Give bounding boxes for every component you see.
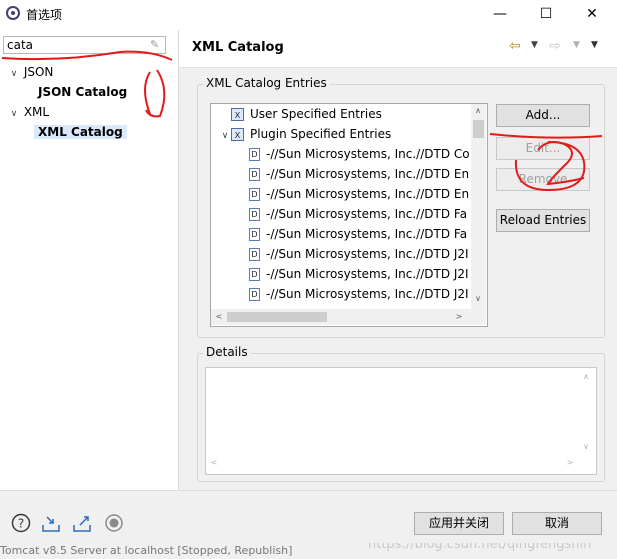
annotation-underline-1 (1, 50, 173, 118)
list-item[interactable]: D -//Sun Microsystems, Inc.//DTD Co (219, 144, 471, 164)
list-item[interactable]: D -//Sun Microsystems, Inc.//DTD J2I (219, 244, 471, 264)
horizontal-scrollbar[interactable]: < > (211, 309, 486, 325)
dtd-icon: D (249, 148, 260, 161)
list-item[interactable]: ∨ X Plugin Specified Entries (219, 124, 471, 144)
close-button[interactable]: ✕ (569, 0, 615, 28)
back-arrow-icon[interactable]: ⇦ (509, 38, 521, 54)
title-bar: 首选项 — ☐ ✕ (0, 0, 617, 28)
scroll-up-icon[interactable]: ∧ (472, 106, 484, 115)
scroll-right-icon[interactable]: > (564, 458, 576, 467)
details-legend: Details (203, 345, 251, 359)
list-item-label: -//Sun Microsystems, Inc.//DTD En (266, 187, 470, 201)
back-dropdown-icon[interactable]: ▼ (531, 40, 538, 50)
page-header: XML Catalog ⇦ ▼ ⇨ ▼ ▼ (179, 30, 617, 68)
list-item[interactable]: D -//Sun Microsystems, Inc.//DTD Fa (219, 224, 471, 244)
list-item-label: -//Sun Microsystems, Inc.//DTD J2I (266, 247, 469, 261)
list-item[interactable]: D -//Sun Microsystems, Inc.//DTD Fa (219, 204, 471, 224)
catalog-icon: X (231, 128, 244, 141)
scroll-down-icon[interactable]: ∨ (580, 442, 592, 451)
view-menu-icon[interactable]: ▼ (591, 40, 598, 50)
scroll-left-icon[interactable]: < (208, 458, 220, 467)
catalog-entries-legend: XML Catalog Entries (203, 76, 330, 90)
scroll-left-icon[interactable]: < (213, 312, 225, 321)
list-item-label: -//Sun Microsystems, Inc.//DTD J2I (266, 287, 469, 301)
list-item[interactable]: D -//Sun Microsystems, Inc.//DTD En (219, 164, 471, 184)
dtd-icon: D (249, 288, 260, 301)
cancel-button[interactable]: 取消 (512, 512, 602, 535)
tree-item-label: XML Catalog (34, 125, 127, 139)
catalog-icon: X (231, 108, 244, 121)
catalog-entries-list[interactable]: X User Specified Entries ∨ X Plugin Specifi… (210, 103, 488, 327)
maximize-button[interactable]: ☐ (523, 0, 569, 28)
list-item-label: Plugin Specified Entries (250, 127, 392, 141)
reload-entries-button[interactable]: Reload Entries (496, 209, 590, 232)
dtd-icon: D (249, 208, 260, 221)
help-icon[interactable]: ? (11, 513, 31, 533)
list-item-label: -//Sun Microsystems, Inc.//DTD Co (266, 147, 470, 161)
window-title: 首选项 (26, 8, 63, 22)
import-icon[interactable] (41, 513, 61, 533)
list-item-label: -//Sun Microsystems, Inc.//DTD Fa (266, 227, 468, 241)
background-status-text: Tomcat v8.5 Server at localhost [Stopped… (0, 543, 617, 558)
list-item[interactable]: D -//Sun Microsystems, Inc.//DTD J2I (219, 284, 471, 304)
dtd-icon: D (249, 228, 260, 241)
chevron-down-icon[interactable]: ∨ (219, 126, 231, 144)
list-item-label: -//Sun Microsystems, Inc.//DTD Fa (266, 207, 468, 221)
list-item[interactable]: X User Specified Entries (219, 104, 471, 124)
page-title: XML Catalog (192, 40, 284, 55)
list-item[interactable]: D -//Sun Microsystems, Inc.//DTD En (219, 184, 471, 204)
minimize-button[interactable]: — (477, 0, 523, 28)
export-icon[interactable] (72, 513, 92, 533)
list-item-label: -//Sun Microsystems, Inc.//DTD En (266, 167, 470, 181)
horizontal-scroll-thumb[interactable] (227, 312, 327, 322)
record-icon[interactable] (104, 513, 124, 533)
dtd-icon: D (249, 248, 260, 261)
forward-arrow-icon[interactable]: ⇨ (549, 38, 561, 54)
dtd-icon: D (249, 268, 260, 281)
scroll-right-icon[interactable]: > (453, 312, 465, 321)
scroll-down-icon[interactable]: ∨ (472, 294, 484, 303)
annotation-circle-2 (489, 133, 603, 192)
list-item-label: User Specified Entries (250, 107, 382, 121)
details-text-area[interactable]: ∧ ∨ < > (205, 367, 597, 475)
svg-text:?: ? (18, 517, 24, 531)
dtd-icon: D (249, 168, 260, 181)
scroll-up-icon[interactable]: ∧ (580, 372, 592, 381)
list-item-label: -//Sun Microsystems, Inc.//DTD J2I (266, 267, 469, 281)
watermark-text: https://blog.csdn.net/qingfengshin (368, 543, 592, 552)
tree-item-xml-catalog[interactable]: XML Catalog (8, 122, 127, 142)
dtd-icon: D (249, 188, 260, 201)
server-status-text: Tomcat v8.5 Server at localhost [Stopped… (0, 544, 293, 557)
vertical-scroll-thumb[interactable] (473, 120, 484, 138)
apply-and-close-button[interactable]: 应用并关闭 (414, 512, 504, 535)
vertical-scrollbar[interactable]: ∧ ∨ (471, 104, 486, 309)
list-item[interactable]: D -//Sun Microsystems, Inc.//DTD J2I (219, 264, 471, 284)
eclipse-app-icon (6, 6, 20, 20)
forward-dropdown-icon[interactable]: ▼ (573, 40, 580, 50)
